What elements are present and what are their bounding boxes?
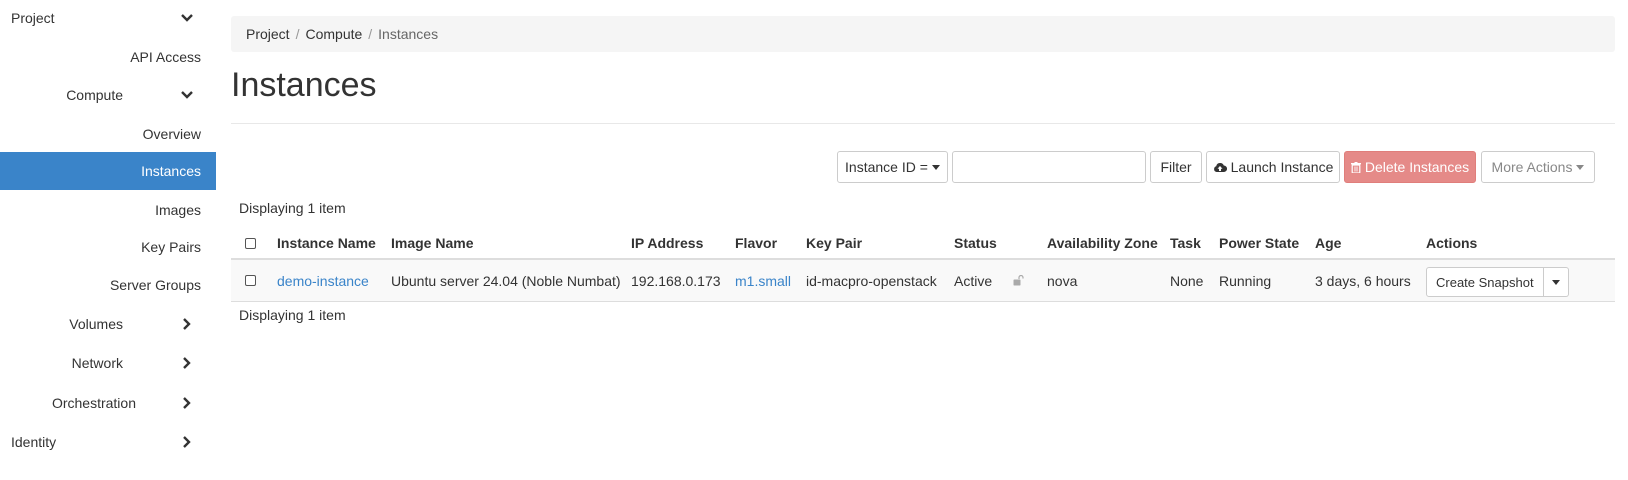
page-title: Instances [231, 66, 377, 104]
item-count-top: Displaying 1 item [239, 200, 346, 216]
delete-instances-button[interactable]: Delete Instances [1344, 151, 1476, 183]
sidebar-item-images[interactable]: Images [0, 192, 216, 228]
sidebar-item-orchestration[interactable]: Orchestration [0, 385, 216, 421]
availability-zone-cell: nova [1047, 272, 1078, 289]
sidebar-item-overview[interactable]: Overview [0, 116, 216, 152]
flavor-link[interactable]: m1.small [735, 273, 791, 289]
sidebar-item-label: Instances [141, 163, 201, 179]
sidebar-item-server-groups[interactable]: Server Groups [0, 267, 216, 303]
chevron-right-icon [183, 436, 191, 448]
flavor-cell: m1.small [735, 260, 791, 301]
column-header: Actions [1426, 235, 1478, 251]
power-state-cell: Running [1219, 272, 1272, 289]
sidebar-item-key-pairs[interactable]: Key Pairs [0, 229, 216, 265]
sidebar-item-volumes[interactable]: Volumes [0, 306, 216, 342]
column-header[interactable]: Status [954, 228, 997, 258]
more-actions-button[interactable]: More Actions [1481, 151, 1595, 183]
create-snapshot-button[interactable]: Create Snapshot [1426, 267, 1544, 297]
sidebar-item-label: API Access [130, 49, 201, 65]
sidebar-item-label: Overview [142, 126, 201, 142]
column-header[interactable]: Task [1170, 228, 1201, 258]
column-header[interactable]: Age [1315, 228, 1341, 258]
instances-table: Instance Name Image Name IP Address Flav… [231, 228, 1615, 302]
status-cell: Active [954, 272, 993, 289]
ip-address-cell: 192.168.0.173 [631, 272, 721, 289]
row-actions-dropdown-toggle[interactable] [1543, 267, 1569, 297]
more-actions-label: More Actions [1491, 159, 1573, 175]
column-header[interactable]: Availability Zone [1047, 228, 1158, 258]
breadcrumb-project[interactable]: Project [246, 26, 290, 42]
column-header[interactable]: IP Address [631, 228, 703, 258]
sidebar-item-identity[interactable]: Identity [0, 424, 216, 460]
sidebar-item-project[interactable]: Project [0, 0, 216, 36]
sidebar-item-label: Orchestration [51, 395, 136, 411]
breadcrumb-separator: / [295, 26, 300, 42]
instance-name-link[interactable]: demo-instance [277, 273, 369, 289]
chevron-right-icon [183, 357, 191, 369]
title-divider [231, 123, 1615, 124]
chevron-right-icon [183, 318, 191, 330]
caret-down-icon [931, 164, 940, 170]
delete-instances-label: Delete Instances [1364, 159, 1470, 175]
chevron-right-icon [183, 397, 191, 409]
breadcrumb-instances: Instances [378, 26, 439, 42]
filter-button-label: Filter [1160, 159, 1192, 175]
filter-button[interactable]: Filter [1150, 151, 1202, 183]
unlock-icon [1013, 275, 1024, 286]
table-row: demo-instance Ubuntu server 24.04 (Noble… [231, 260, 1615, 302]
caret-down-icon [1551, 279, 1560, 285]
breadcrumb: Project / Compute / Instances [231, 16, 1615, 52]
filter-field-label: Instance ID = [845, 159, 928, 175]
sidebar-item-label: Volumes [69, 316, 123, 332]
main-content: Project / Compute / Instances Instances … [231, 0, 1616, 480]
column-header[interactable]: Instance Name [277, 228, 376, 258]
sidebar-item-label: Network [71, 355, 123, 371]
column-header[interactable]: Power State [1219, 228, 1299, 258]
chevron-down-icon [181, 91, 193, 99]
row-checkbox-cell [245, 260, 256, 301]
search-input[interactable] [952, 151, 1146, 183]
sidebar: Project API Access Compute Overview Inst… [0, 0, 216, 480]
image-name-cell: Ubuntu server 24.04 (Noble Numbat) [391, 272, 621, 289]
cloud-upload-icon [1213, 163, 1227, 172]
instance-name-cell: demo-instance [277, 260, 369, 301]
chevron-down-icon [181, 14, 193, 22]
sidebar-item-label: Project [11, 10, 55, 26]
sidebar-item-label: Images [155, 202, 201, 218]
sidebar-item-label: Identity [11, 434, 57, 450]
lock-status-cell [1013, 260, 1024, 301]
select-all-checkbox-cell [245, 228, 256, 258]
sidebar-item-network[interactable]: Network [0, 345, 216, 381]
caret-down-icon [1576, 164, 1585, 170]
sidebar-item-label: Compute [66, 87, 123, 103]
select-all-checkbox[interactable] [245, 237, 256, 249]
age-cell: 3 days, 6 hours [1315, 272, 1411, 289]
trash-icon [1350, 161, 1361, 173]
filter-field-select[interactable]: Instance ID = [837, 151, 948, 183]
sidebar-item-instances[interactable]: Instances [0, 152, 216, 190]
row-actions-split-button: Create Snapshot [1426, 267, 1569, 297]
table-header-row: Instance Name Image Name IP Address Flav… [231, 228, 1615, 260]
sidebar-item-label: Key Pairs [141, 239, 201, 255]
key-pair-cell: id-macpro-openstack [806, 272, 937, 289]
column-header[interactable]: Flavor [735, 228, 777, 258]
launch-instance-label: Launch Instance [1230, 159, 1334, 175]
launch-instance-button[interactable]: Launch Instance [1206, 151, 1340, 183]
table-toolbar: Instance ID = Filter Launch Instance Del… [231, 151, 1615, 183]
column-header[interactable]: Key Pair [806, 228, 862, 258]
task-cell: None [1170, 272, 1204, 289]
item-count-bottom: Displaying 1 item [239, 307, 346, 323]
sidebar-item-api-access[interactable]: API Access [0, 39, 216, 75]
row-checkbox[interactable] [245, 275, 256, 286]
breadcrumb-compute[interactable]: Compute [305, 26, 362, 42]
column-header[interactable]: Image Name [391, 228, 473, 258]
sidebar-item-compute[interactable]: Compute [0, 77, 216, 113]
sidebar-item-label: Server Groups [109, 277, 201, 293]
breadcrumb-separator: / [368, 26, 373, 42]
